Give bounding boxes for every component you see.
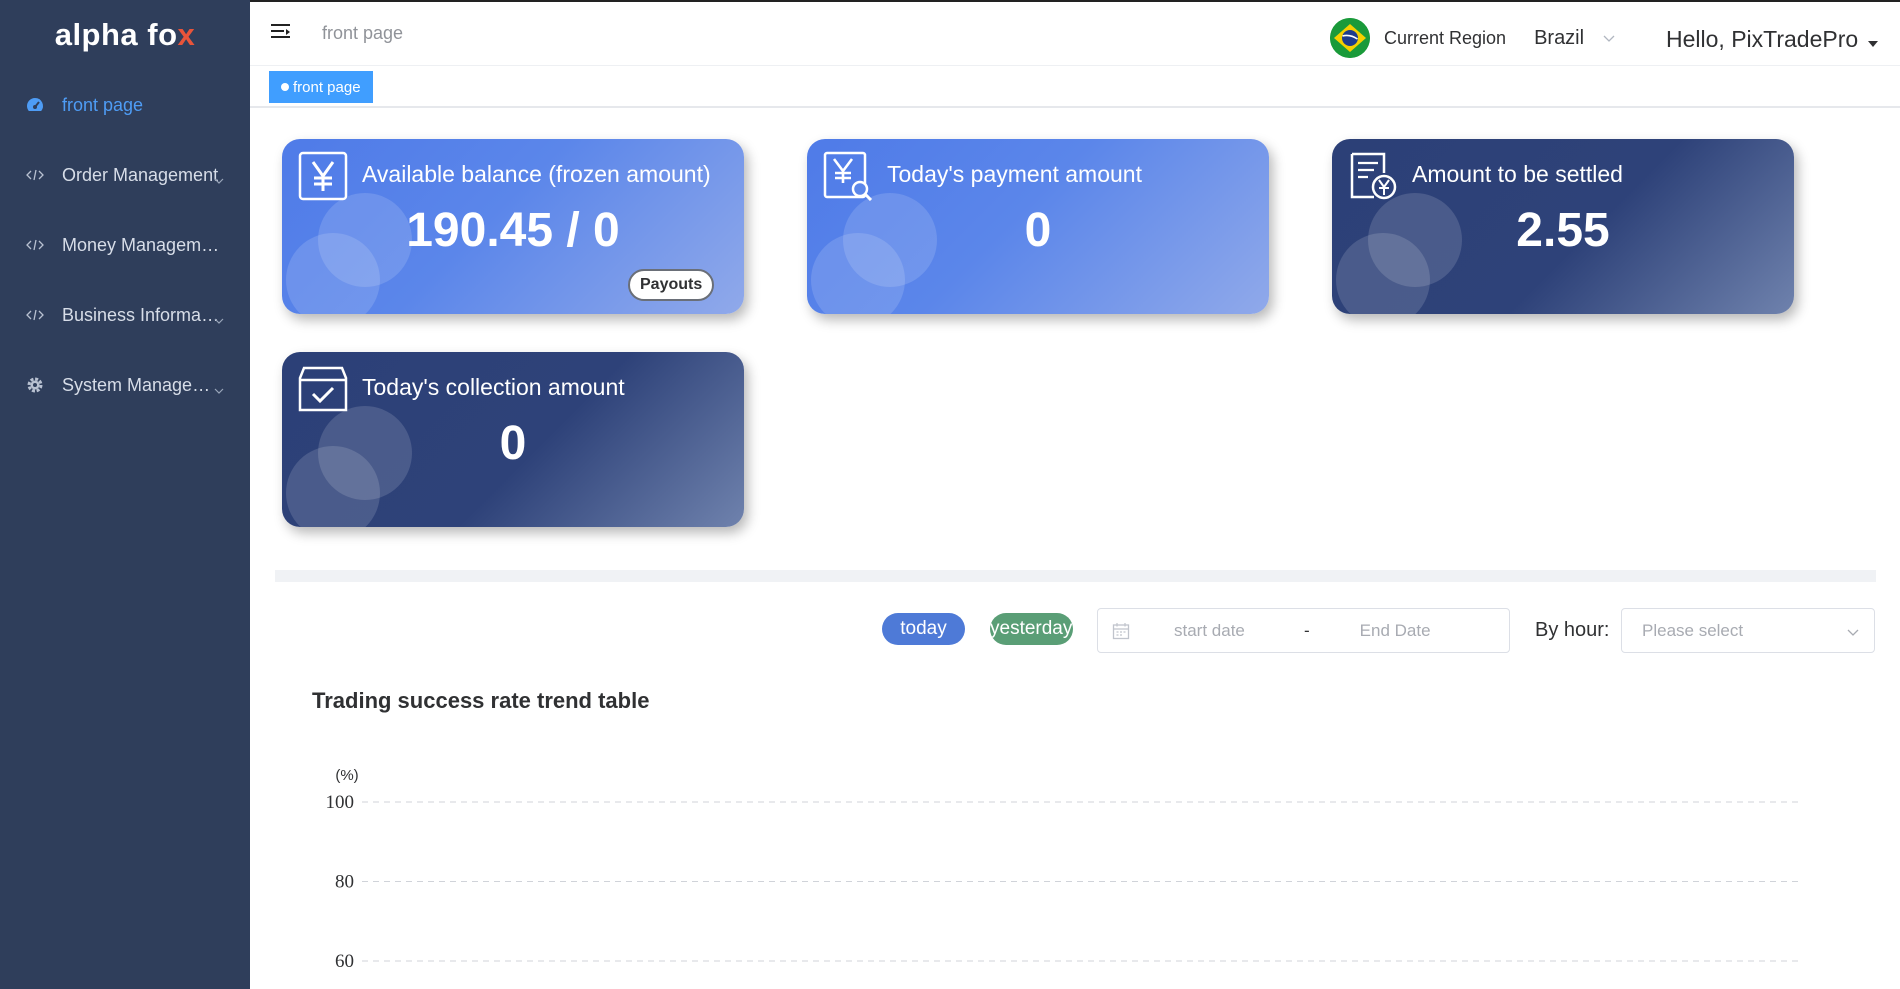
user-greeting: Hello, PixTradePro <box>1666 26 1859 52</box>
sidebar-item-label: Business Informati... <box>62 304 222 325</box>
region-selector[interactable]: Current Region Brazil <box>1330 18 1616 58</box>
user-menu[interactable]: Hello, PixTradePro <box>1666 26 1879 53</box>
yen-icon <box>298 151 348 201</box>
invoice-yen-icon <box>1348 151 1398 201</box>
region-label: Current Region <box>1384 27 1507 48</box>
brand-logo[interactable]: alpha fo x <box>0 0 250 70</box>
card-title: Today's payment amount <box>887 161 1142 187</box>
card-value: 0 <box>1024 204 1052 257</box>
today-button[interactable]: today <box>882 613 965 645</box>
card-title: Today's collection amount <box>362 374 625 400</box>
caret-down-icon <box>1868 40 1879 47</box>
chevron-down-icon <box>214 310 224 324</box>
sidebar-item-label: Order Management <box>62 164 219 185</box>
code-icon <box>24 234 46 256</box>
chevron-down-icon <box>214 170 224 184</box>
yen-search-icon <box>823 151 873 202</box>
date-range-picker[interactable]: start date - End Date <box>1097 608 1510 653</box>
region-value: Brazil <box>1534 26 1585 49</box>
sidebar: alpha fo x front page Order Management Mo… <box>0 0 250 989</box>
success-rate-chart: (%) 100 80 60 <box>326 767 1798 972</box>
calendar-icon <box>1112 622 1130 640</box>
code-icon <box>24 304 46 326</box>
sidebar-item-label: Money Management <box>62 234 222 255</box>
topbar: front page Current Region Brazil Hello, … <box>250 0 1900 66</box>
sidebar-item-system-management[interactable]: System Managem... <box>0 350 250 420</box>
hour-select[interactable]: Please select <box>1621 608 1875 653</box>
brazil-flag-icon <box>1330 18 1370 58</box>
breadcrumb[interactable]: front page <box>322 23 403 44</box>
card-value: 190.45 / 0 <box>406 204 620 257</box>
tag-front-page[interactable]: front page <box>269 71 373 103</box>
sidebar-item-order-management[interactable]: Order Management <box>0 140 250 210</box>
chart-title: Trading success rate trend table <box>312 688 650 713</box>
y-tick-label: 100 <box>326 792 355 813</box>
y-tick-label: 80 <box>335 872 354 893</box>
sidebar-item-business-information[interactable]: Business Informati... <box>0 280 250 350</box>
chevron-down-icon <box>1602 31 1616 45</box>
date-separator: - <box>1304 620 1310 640</box>
card-available-balance: Available balance (frozen amount) 190.45… <box>282 139 744 314</box>
gear-icon <box>24 374 46 396</box>
chevron-down-icon <box>1846 624 1860 638</box>
card-today-collection: Today's collection amount 0 <box>282 352 744 527</box>
sidebar-item-label: front page <box>62 94 144 115</box>
active-dot-icon <box>281 83 289 91</box>
card-amount-to-be-settled: Amount to be settled 2.55 <box>1332 139 1794 314</box>
yesterday-button[interactable]: yesterday <box>990 613 1073 645</box>
tag-label: front page <box>293 78 361 96</box>
card-today-payment: Today's payment amount 0 <box>807 139 1269 314</box>
inbox-check-icon <box>298 364 348 414</box>
end-date-input[interactable]: End Date <box>1360 621 1431 641</box>
brand-accent: x <box>177 17 196 52</box>
menu-toggle-icon[interactable] <box>270 22 292 42</box>
sidebar-item-label: System Managem... <box>62 374 222 395</box>
sidebar-item-front-page[interactable]: front page <box>0 70 250 140</box>
chevron-down-icon <box>214 380 224 394</box>
card-value: 0 <box>499 417 527 470</box>
sidebar-item-money-management[interactable]: Money Management <box>0 210 250 280</box>
code-icon <box>24 164 46 186</box>
card-value: 2.55 <box>1516 204 1610 257</box>
brand-text: alpha fo <box>54 17 178 52</box>
y-axis-unit-label: (%) <box>335 767 358 784</box>
select-placeholder: Please select <box>1642 620 1744 640</box>
card-title: Available balance (frozen amount) <box>362 161 711 187</box>
start-date-input[interactable]: start date <box>1174 621 1274 641</box>
payouts-button[interactable]: Payouts <box>628 269 715 301</box>
y-tick-label: 60 <box>335 951 354 972</box>
card-title: Amount to be settled <box>1412 161 1623 187</box>
dashboard-icon <box>24 94 46 116</box>
by-hour-label: By hour: <box>1535 619 1610 641</box>
tags-bar: front page <box>250 66 1900 108</box>
section-divider <box>275 570 1876 582</box>
